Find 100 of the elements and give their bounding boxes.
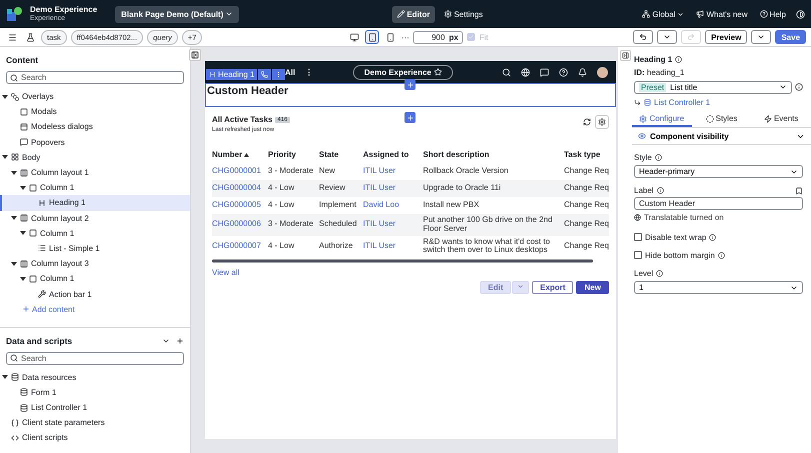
- column-header[interactable]: Number: [212, 146, 268, 163]
- chat-icon[interactable]: [540, 68, 549, 76]
- page-selector[interactable]: Blank Page Demo (Default): [115, 6, 240, 22]
- checkbox-label: Hide bottom margin: [645, 250, 715, 260]
- settings-button[interactable]: [594, 115, 609, 129]
- news-link[interactable]: What's new: [694, 8, 750, 20]
- column-header[interactable]: State: [319, 146, 363, 163]
- tree-item[interactable]: Column 1: [0, 271, 190, 286]
- add-button[interactable]: [404, 112, 416, 123]
- refresh-icon[interactable]: [582, 118, 591, 126]
- style-select[interactable]: Header-primary: [634, 165, 803, 178]
- tree-item[interactable]: List - Simple 1: [0, 240, 190, 256]
- globe-icon[interactable]: [520, 68, 530, 76]
- caret-down-icon[interactable]: [20, 276, 26, 282]
- app-logo-icon: [6, 6, 22, 22]
- tree-item[interactable]: List Controller 1: [0, 400, 190, 416]
- caret-down-icon[interactable]: [11, 215, 17, 222]
- add-content-link[interactable]: Add content: [6, 302, 184, 317]
- view-all-link[interactable]: View all: [212, 268, 609, 278]
- scope-link[interactable]: Global: [640, 8, 686, 20]
- add-button[interactable]: [404, 79, 416, 90]
- tree-item[interactable]: Column 1: [0, 226, 190, 241]
- tree-item[interactable]: Form 1: [0, 384, 190, 400]
- save-button[interactable]: Save: [775, 30, 806, 44]
- caret-down-icon[interactable]: [20, 184, 26, 191]
- tree-item[interactable]: Client scripts: [0, 430, 190, 446]
- collapse-panel-button[interactable]: [620, 50, 631, 61]
- tree-item[interactable]: Modals: [0, 104, 190, 120]
- tree-item[interactable]: Client state parameters: [0, 415, 190, 430]
- table-link[interactable]: CHG0000004: [212, 180, 268, 197]
- more-button[interactable]: [272, 69, 286, 80]
- tree-label: Column layout 1: [31, 168, 89, 178]
- new-button[interactable]: New: [576, 281, 609, 294]
- tree-label: Client state parameters: [22, 418, 105, 428]
- level-select[interactable]: 1: [634, 281, 803, 294]
- tree-item[interactable]: Action bar 1: [0, 286, 190, 302]
- column-header[interactable]: Short description: [423, 146, 564, 163]
- tree-item[interactable]: Column layout 1: [0, 164, 190, 180]
- help-link[interactable]: Help: [758, 8, 788, 20]
- column-header[interactable]: Priority: [268, 146, 319, 163]
- table-link[interactable]: CHG0000006: [212, 214, 268, 236]
- caret-down-icon[interactable]: [20, 230, 26, 236]
- collapse-panel-button[interactable]: [189, 49, 201, 61]
- field-label: Style: [634, 153, 652, 162]
- column-header[interactable]: Task type: [564, 146, 609, 163]
- controller-link[interactable]: List Controller 1: [654, 98, 710, 107]
- tree-item[interactable]: Column layout 2: [0, 210, 190, 226]
- panel-tab[interactable]: Styles: [692, 112, 752, 127]
- tree-item[interactable]: Column 1: [0, 180, 190, 196]
- tree-item[interactable]: Heading 1: [0, 195, 190, 210]
- tablet-icon[interactable]: [365, 30, 380, 44]
- column-header[interactable]: Assigned to: [363, 146, 423, 163]
- caret-down-icon[interactable]: [2, 374, 8, 380]
- info-icon: [795, 83, 803, 91]
- tree-item[interactable]: Modeless dialogs: [0, 119, 190, 135]
- phone-button[interactable]: [258, 69, 272, 80]
- info-icon: [656, 187, 664, 194]
- add-icon[interactable]: [176, 336, 184, 345]
- tree-item[interactable]: Overlays: [0, 89, 190, 104]
- preview-dropdown[interactable]: [751, 30, 772, 44]
- plus-icon: [406, 114, 414, 122]
- caret-down-icon[interactable]: [11, 260, 17, 267]
- preview-button[interactable]: Preview: [705, 30, 748, 44]
- table-cell: Change Req: [564, 214, 609, 236]
- tree-label: Action bar 1: [49, 290, 92, 299]
- width-field[interactable]: 900 px: [413, 30, 464, 44]
- help-icon[interactable]: [558, 68, 568, 76]
- caret-down-icon[interactable]: [11, 170, 17, 176]
- experience-pill[interactable]: Demo Experience: [353, 64, 454, 80]
- table-cell: Review: [319, 180, 363, 197]
- search-field[interactable]: Search: [6, 71, 184, 84]
- tree-label: List - Simple 1: [49, 244, 100, 253]
- search-field[interactable]: Search: [6, 352, 184, 365]
- search-icon[interactable]: [502, 68, 511, 76]
- panel-tab[interactable]: Events: [751, 112, 811, 127]
- selection-tag[interactable]: Heading 1: [206, 69, 258, 80]
- table-link[interactable]: ITIL User: [363, 180, 423, 197]
- tree-item[interactable]: Body: [0, 150, 190, 165]
- undo-button[interactable]: [633, 30, 654, 44]
- checkbox[interactable]: [634, 233, 642, 241]
- table-cell: 4 - Low: [268, 180, 319, 197]
- caret-down-icon[interactable]: [2, 154, 8, 160]
- table-link[interactable]: ITIL User: [363, 214, 423, 236]
- editor-tab[interactable]: Editor: [392, 6, 435, 22]
- tree-item[interactable]: Column layout 3: [0, 256, 190, 272]
- caret-down-icon[interactable]: [2, 94, 8, 100]
- contrast-icon[interactable]: [796, 10, 805, 18]
- bookmark-icon[interactable]: [795, 186, 803, 194]
- tree-item[interactable]: Data resources: [0, 370, 190, 385]
- preset-select[interactable]: Preset List title: [634, 80, 792, 94]
- bolt-icon: [764, 114, 772, 122]
- bell-icon[interactable]: [578, 68, 587, 76]
- info-icon: [718, 252, 725, 258]
- label-field[interactable]: Custom Header: [634, 197, 803, 210]
- export-button[interactable]: Export: [532, 281, 574, 294]
- checkbox[interactable]: [634, 251, 642, 259]
- tree-item[interactable]: Popovers: [0, 134, 190, 150]
- editor-tab[interactable]: Settings: [438, 6, 488, 22]
- star-icon: [434, 68, 442, 76]
- column-icon: [29, 184, 37, 192]
